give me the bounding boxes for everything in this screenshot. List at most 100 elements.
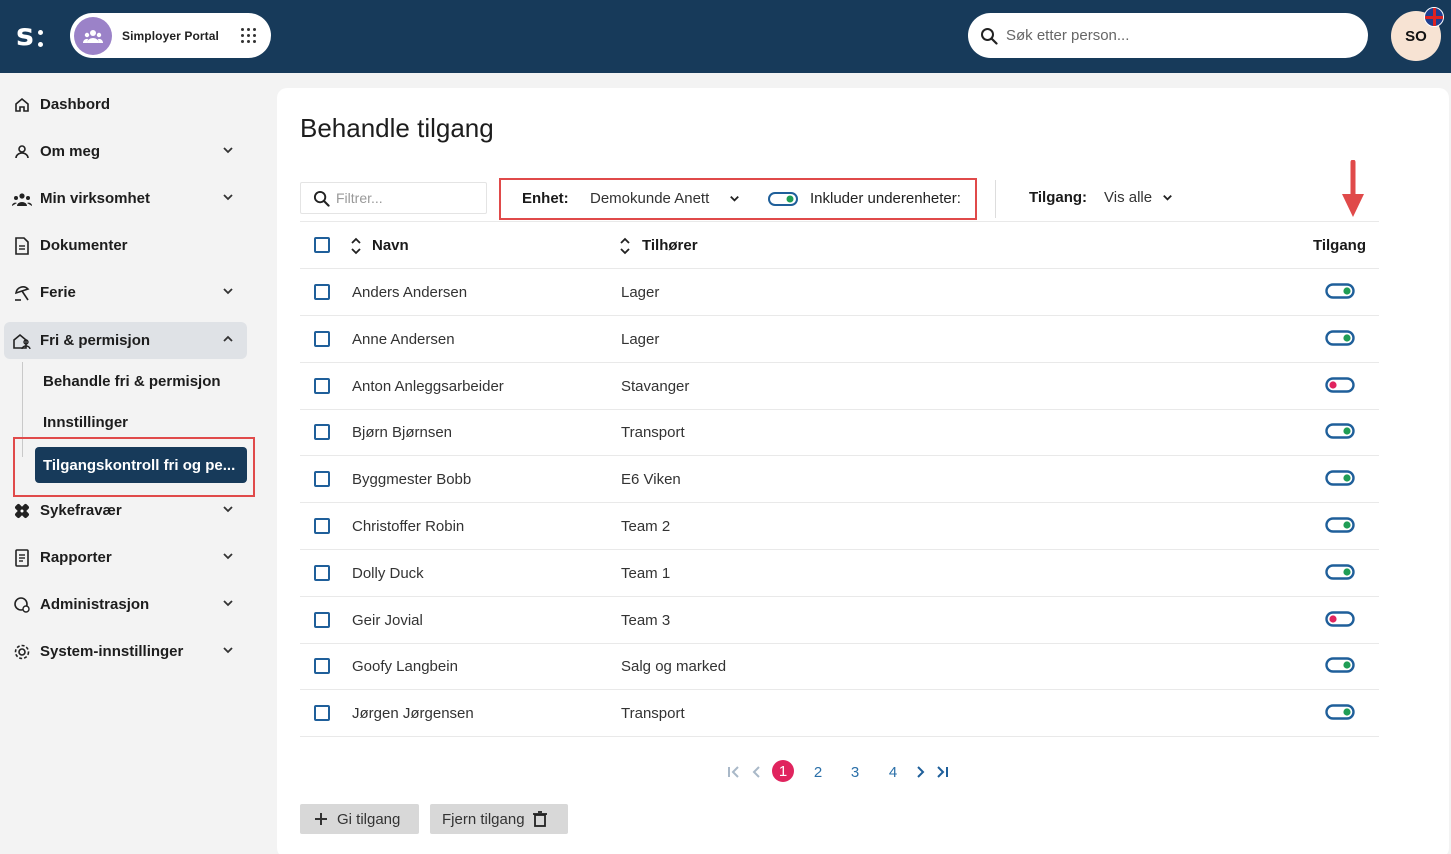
sidebar-item-dashbord[interactable]: Dashbord (4, 86, 247, 123)
include-subunits-toggle[interactable] (768, 192, 798, 206)
table-row: Anders Andersen Lager (300, 269, 1379, 316)
highlight-box (13, 437, 255, 497)
access-toggle[interactable] (1325, 564, 1355, 580)
page-button[interactable]: 4 (885, 760, 901, 784)
row-checkbox[interactable] (314, 612, 330, 628)
red-arrow-annotation (1342, 160, 1364, 217)
person-search[interactable] (968, 13, 1368, 58)
chevron-down-icon (223, 647, 233, 654)
row-checkbox[interactable] (314, 705, 330, 721)
row-checkbox[interactable] (314, 565, 330, 581)
chevron-down-icon (223, 288, 233, 295)
row-owner: Team 2 (621, 518, 671, 535)
chevron-down-icon (223, 194, 233, 201)
sidebar-subitem-innstillinger[interactable]: Innstillinger (43, 414, 128, 431)
row-checkbox[interactable] (314, 424, 330, 440)
sidebar-item-label: Administrasjon (40, 596, 150, 613)
chevron-down-icon (223, 600, 233, 607)
table-row: Geir Jovial Team 3 (300, 597, 1379, 644)
sidebar-item-administrasjon[interactable]: Administrasjon (4, 586, 247, 623)
sidebar-item-system-innstillinger[interactable]: System-innstillinger (4, 633, 247, 670)
sidebar-item-label: Dokumenter (40, 237, 128, 254)
last-page-icon[interactable] (935, 764, 951, 780)
sidebar-item-ferie[interactable]: Ferie (4, 274, 247, 311)
search-input[interactable] (1006, 27, 1336, 44)
filter-input[interactable] (336, 190, 476, 206)
row-checkbox[interactable] (314, 378, 330, 394)
row-owner: Lager (621, 284, 660, 301)
simployer-logo[interactable]: s (16, 18, 46, 54)
chevron-down-icon[interactable] (1161, 191, 1174, 204)
tilgang-filter-label: Tilgang: (1029, 189, 1088, 206)
row-owner: Transport (621, 705, 685, 722)
document-icon (12, 236, 32, 256)
apps-grid-icon[interactable] (241, 28, 257, 44)
row-owner: Salg og marked (621, 658, 727, 675)
page-button[interactable]: 2 (810, 760, 826, 784)
table-row: Jørgen Jørgensen Transport (300, 690, 1379, 737)
give-access-button[interactable]: Gi tilgang (300, 804, 419, 834)
person-icon (12, 142, 32, 162)
column-header-owner[interactable]: Tilhører (642, 237, 698, 254)
access-toggle[interactable] (1325, 657, 1355, 673)
tilgang-filter-select[interactable]: Vis alle (1104, 189, 1152, 206)
row-checkbox[interactable] (314, 471, 330, 487)
sidebar-item-sykefravaer[interactable]: Sykefravær (4, 492, 247, 529)
access-toggle[interactable] (1325, 330, 1355, 346)
row-name: Christoffer Robin (352, 518, 465, 535)
sidebar-item-fri-permisjon[interactable]: Fri & permisjon (4, 322, 247, 359)
language-flag-icon[interactable] (1424, 7, 1444, 27)
row-owner: Team 1 (621, 565, 671, 582)
first-page-icon[interactable] (726, 764, 742, 780)
row-checkbox[interactable] (314, 518, 330, 534)
plus-icon (315, 813, 327, 825)
column-header-name[interactable]: Navn (372, 237, 409, 254)
top-bar: s Simployer Portal SO (0, 0, 1451, 73)
sidebar-item-dokumenter[interactable]: Dokumenter (4, 227, 247, 264)
search-icon (313, 190, 330, 207)
row-owner: Transport (621, 424, 685, 441)
access-toggle[interactable] (1325, 517, 1355, 533)
access-toggle[interactable] (1325, 611, 1355, 627)
row-name: Jørgen Jørgensen (352, 705, 474, 722)
portal-label: Simployer Portal (122, 28, 219, 43)
remove-access-button[interactable]: Fjern tilgang (430, 804, 568, 834)
prev-page-icon[interactable] (750, 764, 762, 780)
access-toggle[interactable] (1325, 377, 1355, 393)
give-access-label: Gi tilgang (337, 810, 401, 828)
table-row: Byggmester Bobb E6 Viken (300, 456, 1379, 503)
sidebar-subitem-behandle[interactable]: Behandle fri & permisjon (43, 373, 221, 390)
access-toggle[interactable] (1325, 470, 1355, 486)
row-checkbox[interactable] (314, 331, 330, 347)
row-name: Goofy Langbein (352, 658, 458, 675)
sidebar-item-min-virksomhet[interactable]: Min virksomhet (4, 180, 247, 217)
divider (995, 180, 996, 218)
sidebar-item-label: Rapporter (40, 549, 112, 566)
sidebar-item-label: Om meg (40, 143, 101, 160)
filter-field[interactable] (300, 182, 487, 214)
include-subunits-label: Inkluder underenheter: (810, 190, 961, 207)
page-button[interactable]: 3 (847, 760, 863, 784)
row-checkbox[interactable] (314, 658, 330, 674)
access-toggle[interactable] (1325, 283, 1355, 299)
sort-icon[interactable] (350, 237, 362, 255)
sidebar-item-om-meg[interactable]: Om meg (4, 133, 247, 170)
page-title: Behandle tilgang (300, 113, 494, 143)
enhet-label: Enhet: (522, 190, 569, 207)
row-name: Bjørn Bjørnsen (352, 424, 453, 441)
bandage-icon (12, 501, 32, 521)
enhet-select[interactable]: Demokunde Anett (590, 190, 709, 207)
page-button[interactable]: 1 (772, 760, 794, 782)
access-toggle[interactable] (1325, 423, 1355, 439)
sort-icon[interactable] (619, 237, 631, 255)
trash-icon (532, 811, 547, 827)
select-all-checkbox[interactable] (314, 237, 330, 253)
row-checkbox[interactable] (314, 284, 330, 300)
next-page-icon[interactable] (915, 764, 927, 780)
chevron-up-icon (223, 335, 233, 342)
chevron-down-icon[interactable] (728, 192, 741, 205)
sidebar-item-rapporter[interactable]: Rapporter (4, 539, 247, 576)
access-toggle[interactable] (1325, 704, 1355, 720)
row-owner: Stavanger (621, 378, 690, 395)
portal-switcher[interactable]: Simployer Portal (70, 13, 271, 58)
